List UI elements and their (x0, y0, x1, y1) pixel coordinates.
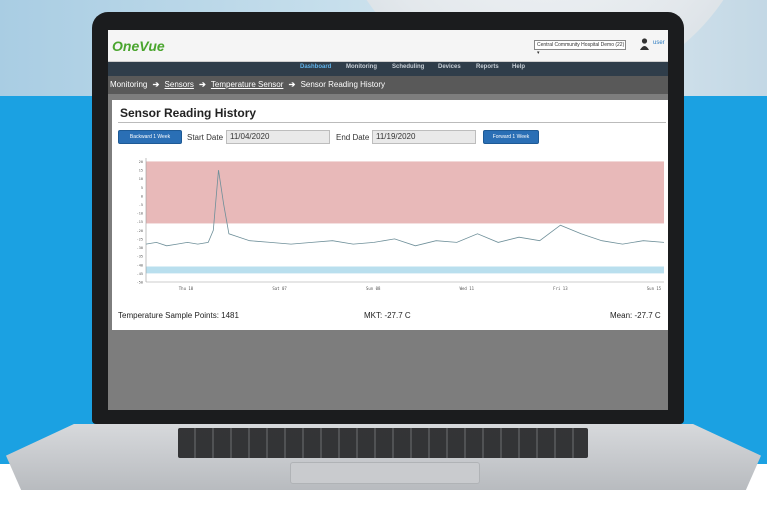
sample-points-label: Temperature Sample Points: 1481 (118, 311, 239, 320)
nav-devices[interactable]: Devices (438, 64, 461, 70)
laptop-keyboard (178, 428, 588, 458)
nav-reports[interactable]: Reports (476, 64, 499, 70)
mkt-label: MKT: -27.7 C (364, 311, 411, 320)
laptop-screen: OneVue Central Community Hospital Demo (… (108, 30, 668, 410)
x-tick-label: Sun 15 (647, 286, 662, 291)
breadcrumb-arrow-icon: ➔ (288, 80, 296, 89)
breadcrumb-arrow-icon: ➔ (199, 80, 206, 89)
app-logo[interactable]: OneVue (112, 38, 165, 54)
end-date-input[interactable]: 11/19/2020 (372, 130, 476, 144)
end-date-label: End Date (336, 133, 370, 142)
nav-monitoring[interactable]: Monitoring (346, 64, 377, 70)
y-tick-label: -45 (137, 272, 143, 276)
y-tick-label: -20 (137, 229, 143, 233)
x-tick-label: Wed 11 (460, 286, 475, 291)
breadcrumb-current: Sensor Reading History (300, 80, 386, 89)
y-tick-label: -40 (137, 263, 143, 267)
y-tick-label: 5 (141, 186, 143, 190)
site-select[interactable]: Central Community Hospital Demo (22) ▾ (534, 40, 626, 56)
y-tick-label: -10 (137, 212, 143, 216)
user-link[interactable]: user (653, 40, 665, 46)
temperature-chart: 20 15 10 5 0 -5 -10 -15 -20 -25 -30 -35 -40 -45 -50 Thu… (137, 158, 665, 291)
alarm-band (146, 161, 664, 224)
page-title: Sensor Reading History (120, 106, 257, 120)
start-date-input[interactable]: 11/04/2020 (226, 130, 330, 144)
y-tick-label: 15 (139, 169, 143, 173)
x-tick-label: Fri 13 (553, 286, 568, 291)
user-icon[interactable] (640, 38, 649, 50)
x-tick-label: Sat 07 (272, 286, 287, 291)
sensor-history-panel: Sensor Reading History Backward 1 Week S… (112, 100, 668, 330)
normal-band (146, 266, 664, 274)
laptop-trackpad (290, 462, 480, 484)
main-nav: Dashboard Monitoring Scheduling Devices … (108, 62, 668, 76)
nav-scheduling[interactable]: Scheduling (392, 64, 424, 70)
backward-week-button[interactable]: Backward 1 Week (118, 130, 182, 144)
nav-help[interactable]: Help (512, 64, 525, 70)
y-tick-label: -25 (137, 237, 143, 241)
y-tick-label: -30 (137, 246, 143, 250)
x-tick-label: Sun 08 (366, 286, 381, 291)
y-tick-label: 10 (139, 177, 143, 181)
y-tick-label: -15 (137, 220, 143, 224)
breadcrumb-sensors[interactable]: Sensors (165, 80, 194, 89)
breadcrumb: Monitoring ➔ Sensors ➔ Temperature Senso… (108, 76, 668, 94)
title-divider (118, 122, 666, 123)
breadcrumb-monitoring[interactable]: Monitoring (110, 80, 147, 89)
y-tick-label: 20 (139, 160, 143, 164)
y-tick-label: -50 (137, 281, 143, 285)
start-date-label: Start Date (187, 133, 224, 142)
breadcrumb-temperature-sensor[interactable]: Temperature Sensor (211, 80, 283, 89)
nav-dashboard[interactable]: Dashboard (300, 64, 331, 70)
y-tick-label: 0 (141, 194, 143, 198)
app-header: OneVue Central Community Hospital Demo (… (108, 30, 668, 62)
forward-week-button[interactable]: Forward 1 Week (483, 130, 539, 144)
y-tick-label: -35 (137, 255, 143, 259)
breadcrumb-arrow-icon: ➔ (152, 80, 160, 89)
y-tick-label: -5 (139, 203, 143, 207)
mean-label: Mean: -27.7 C (610, 311, 661, 320)
x-tick-label: Thu 10 (179, 286, 194, 291)
